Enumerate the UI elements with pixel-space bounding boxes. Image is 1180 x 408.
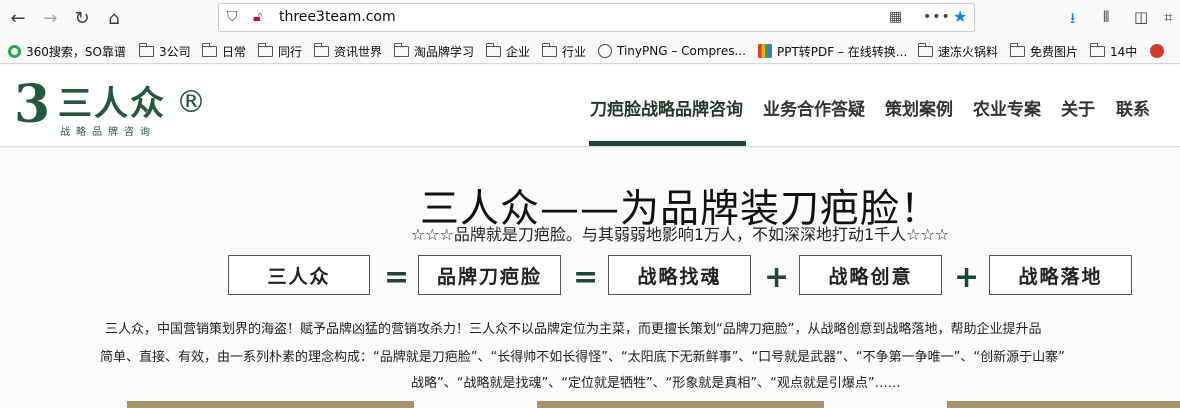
library-icon[interactable]: ⫴ bbox=[1103, 8, 1109, 26]
nav-item-about[interactable]: 关于 bbox=[1061, 95, 1095, 120]
bookmark-label: 360搜索，SO靠谱 bbox=[26, 44, 126, 59]
formula-term-strategy-soul: 战略找魂 bbox=[608, 255, 751, 295]
shield-icon[interactable]: ⛉ bbox=[227, 9, 238, 25]
bookmarks-bar: 360搜索，SO靠谱 3公司 日常 同行 资讯世界 淘品牌学习 企业 行业 Ti… bbox=[0, 38, 1180, 64]
bookmark-label: 资讯世界 bbox=[334, 44, 383, 59]
registered-mark: ® bbox=[176, 85, 206, 120]
formula-operator: + bbox=[954, 260, 980, 295]
bookmark-folder[interactable]: 日常 bbox=[202, 42, 246, 60]
bookmark-overflow[interactable] bbox=[1150, 42, 1169, 60]
globe-icon bbox=[598, 44, 612, 58]
nav-item-cases[interactable]: 策划案例 bbox=[885, 95, 953, 120]
url-bar[interactable]: ⛉ 🔓︎ three3team.com ▦ ••• ★ bbox=[218, 3, 975, 32]
folder-icon bbox=[139, 42, 154, 57]
nav-item-agriculture[interactable]: 农业专案 bbox=[973, 95, 1041, 120]
bookmark-tinypng[interactable]: TinyPNG – Compres... bbox=[598, 42, 746, 60]
folder-icon bbox=[314, 42, 329, 57]
case-thumbnail[interactable] bbox=[947, 401, 1180, 408]
formula-term-strategy-landing: 战略落地 bbox=[989, 255, 1132, 295]
folder-icon bbox=[1010, 42, 1025, 57]
bookmark-label: 3公司 bbox=[159, 44, 191, 59]
main-content: 三人众——为品牌装刀疤脸！ ☆☆☆品牌就是刀疤脸。与其弱弱地影响1万人，不如深深… bbox=[0, 148, 1180, 408]
back-icon[interactable]: ← bbox=[6, 6, 30, 30]
forward-icon[interactable]: → bbox=[38, 6, 62, 30]
site-header: 3 三人众 ® 战略品牌咨询 刀疤脸战略品牌咨询 业务合作答疑 策划案例 农业专… bbox=[0, 65, 1180, 147]
bookmark-folder[interactable]: 3公司 bbox=[139, 42, 191, 60]
tagline: ☆☆☆品牌就是刀疤脸。与其弱弱地影响1万人，不如深深地打动1千人☆☆☆ bbox=[410, 225, 950, 244]
bookmark-label: 日常 bbox=[222, 44, 247, 59]
folder-icon bbox=[918, 42, 933, 57]
bookmark-label: 淘品牌学习 bbox=[414, 44, 475, 59]
reload-icon[interactable]: ↻ bbox=[70, 6, 94, 30]
formula-operator: + bbox=[764, 260, 790, 295]
bookmark-label: TinyPNG – Compres... bbox=[617, 44, 746, 58]
folder-icon bbox=[394, 42, 409, 57]
sidebar-icon[interactable]: ◫ bbox=[1134, 8, 1148, 26]
folder-icon bbox=[542, 42, 557, 57]
formula-term-sanrenzhong: 三人众 bbox=[228, 255, 370, 295]
bookmark-label: 速冻火锅料 bbox=[938, 44, 999, 59]
folder-icon bbox=[258, 42, 273, 57]
360-search-icon bbox=[8, 44, 21, 58]
formula-term-strategy-idea: 战略创意 bbox=[799, 255, 942, 295]
site-favicon-icon bbox=[1150, 44, 1164, 58]
nav-item-contact[interactable]: 联系 bbox=[1116, 95, 1150, 120]
formula-term-brand-scar: 品牌刀疤脸 bbox=[418, 255, 561, 295]
nav-item-faq[interactable]: 业务合作答疑 bbox=[763, 95, 865, 120]
bookmark-folder[interactable]: 同行 bbox=[258, 42, 302, 60]
bookmark-folder[interactable]: 行业 bbox=[542, 42, 586, 60]
nav-item-brand-consulting[interactable]: 刀疤脸战略品牌咨询 bbox=[590, 95, 743, 120]
bookmark-label: 企业 bbox=[506, 44, 531, 59]
intro-line-1: 三人众，中国营销策划界的海盗！赋予品牌凶猛的营销攻杀力！三人众不以品牌定位为主菜… bbox=[105, 322, 1042, 337]
intro-line-3: 战略”、“战略就是找魂”、“定位就是牺牲”、“形象就是真相”、“观点就是引爆点”… bbox=[411, 376, 901, 391]
page-actions-icon[interactable]: ••• bbox=[923, 9, 951, 25]
bookmark-folder[interactable]: 淘品牌学习 bbox=[394, 42, 474, 60]
qr-code-icon[interactable]: ▦ bbox=[889, 9, 902, 25]
bookmark-label: PPT转PDF – 在线转换... bbox=[777, 44, 908, 59]
bookmark-label: 同行 bbox=[278, 44, 303, 59]
home-icon[interactable]: ⌂ bbox=[102, 6, 126, 30]
logo-digit: 3 bbox=[14, 74, 51, 135]
bookmark-360[interactable]: 360搜索，SO靠谱 bbox=[8, 42, 126, 60]
ppt-pdf-icon bbox=[758, 44, 772, 58]
bookmark-label: 14中 bbox=[1110, 44, 1138, 59]
browser-toolbar: ← → ↻ ⌂ ⛉ 🔓︎ three3team.com ▦ ••• ★ ⭳ ⫴ … bbox=[0, 0, 1180, 36]
bookmark-folder[interactable]: 14中 bbox=[1090, 42, 1137, 60]
url-text[interactable]: three3team.com bbox=[279, 9, 396, 25]
folder-icon bbox=[486, 42, 501, 57]
folder-icon bbox=[1090, 42, 1105, 57]
case-thumbnail[interactable] bbox=[537, 401, 824, 408]
insecure-lock-icon[interactable]: 🔓︎ bbox=[253, 9, 262, 25]
bookmark-folder[interactable]: 速冻火锅料 bbox=[918, 42, 998, 60]
bookmark-folder[interactable]: 资讯世界 bbox=[314, 42, 382, 60]
screenshot-icon[interactable]: ⌗ bbox=[1164, 8, 1172, 26]
bookmark-folder[interactable]: 免费图片 bbox=[1010, 42, 1078, 60]
download-icon[interactable]: ⭳ bbox=[1070, 8, 1075, 33]
bookmark-label: 免费图片 bbox=[1030, 44, 1079, 59]
bookmark-ppt-pdf[interactable]: PPT转PDF – 在线转换... bbox=[758, 42, 907, 60]
formula-operator: = bbox=[384, 260, 410, 295]
case-thumbnail[interactable] bbox=[127, 401, 414, 408]
nav-active-indicator bbox=[589, 141, 746, 146]
intro-line-2: 简单、直接、有效，由一系列朴素的理念构成：“品牌就是刀疤脸”、“长得帅不如长得怪… bbox=[100, 350, 1065, 365]
bookmark-label: 行业 bbox=[562, 44, 587, 59]
formula-operator: = bbox=[573, 260, 599, 295]
bookmark-folder[interactable]: 企业 bbox=[486, 42, 530, 60]
folder-icon bbox=[202, 42, 217, 57]
bookmark-star-icon[interactable]: ★ bbox=[953, 7, 967, 26]
logo-name: 三人众 bbox=[58, 84, 166, 124]
logo-subtitle: 战略品牌咨询 bbox=[60, 127, 156, 138]
